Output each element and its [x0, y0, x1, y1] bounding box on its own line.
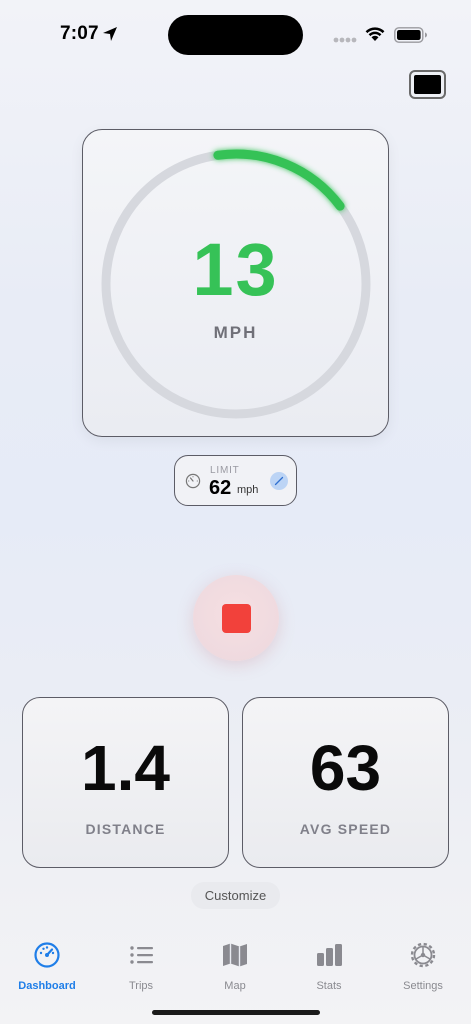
wifi-icon [365, 27, 385, 41]
customize-button[interactable]: Customize [191, 882, 280, 909]
tab-stats[interactable]: Stats [282, 938, 376, 994]
limit-value: 62 [209, 477, 232, 499]
map-icon [223, 943, 247, 967]
distance-card[interactable]: 1.4 DISTANCE [22, 697, 229, 868]
distance-value: 1.4 [81, 732, 170, 804]
status-time: 7:07 [60, 23, 99, 44]
battery-icon [394, 27, 427, 43]
tab-dashboard[interactable]: Dashboard [0, 938, 94, 994]
tab-trips[interactable]: Trips [94, 938, 188, 994]
tab-label: Map [224, 980, 246, 992]
stop-recording-button[interactable] [193, 575, 279, 661]
limit-label: LIMIT [210, 465, 240, 476]
current-speed: 13 [192, 228, 279, 311]
dynamic-island [168, 15, 303, 55]
edit-limit-button[interactable] [270, 472, 288, 490]
screen-icon [414, 75, 441, 94]
tab-label: Trips [128, 980, 154, 992]
stop-icon [221, 603, 251, 633]
tab-label: Settings [403, 980, 443, 992]
avg-speed-card[interactable]: 63 AVG SPEED [242, 697, 449, 868]
tab-label: Stats [316, 980, 342, 992]
tab-bar: Dashboard Trips Map Stats Settings [0, 930, 471, 1000]
pencil-icon [274, 476, 284, 486]
speed-limit-pill[interactable]: LIMIT 62 mph [174, 455, 297, 506]
gear-icon [410, 942, 436, 968]
limit-unit: mph [237, 484, 259, 496]
avg-speed-label: AVG SPEED [299, 821, 392, 837]
list-icon [130, 946, 153, 964]
display-mode-button[interactable] [409, 70, 446, 99]
gauge-icon [185, 473, 201, 489]
status-bar: 7:07 [0, 0, 471, 60]
bar-chart-icon [317, 944, 342, 966]
speed-unit: MPH [213, 323, 258, 342]
location-arrow-icon [103, 27, 117, 41]
gauge-progress-arc [213, 149, 345, 211]
tab-settings[interactable]: Settings [376, 938, 470, 994]
speedometer-icon [34, 942, 60, 968]
distance-label: DISTANCE [85, 821, 166, 837]
home-indicator [152, 1010, 320, 1015]
speedometer-card: 13 MPH [82, 129, 389, 437]
tab-label: Dashboard [18, 980, 76, 992]
tab-map[interactable]: Map [188, 938, 282, 994]
avg-speed-value: 63 [309, 732, 382, 804]
signal-dots-icon [333, 37, 357, 43]
